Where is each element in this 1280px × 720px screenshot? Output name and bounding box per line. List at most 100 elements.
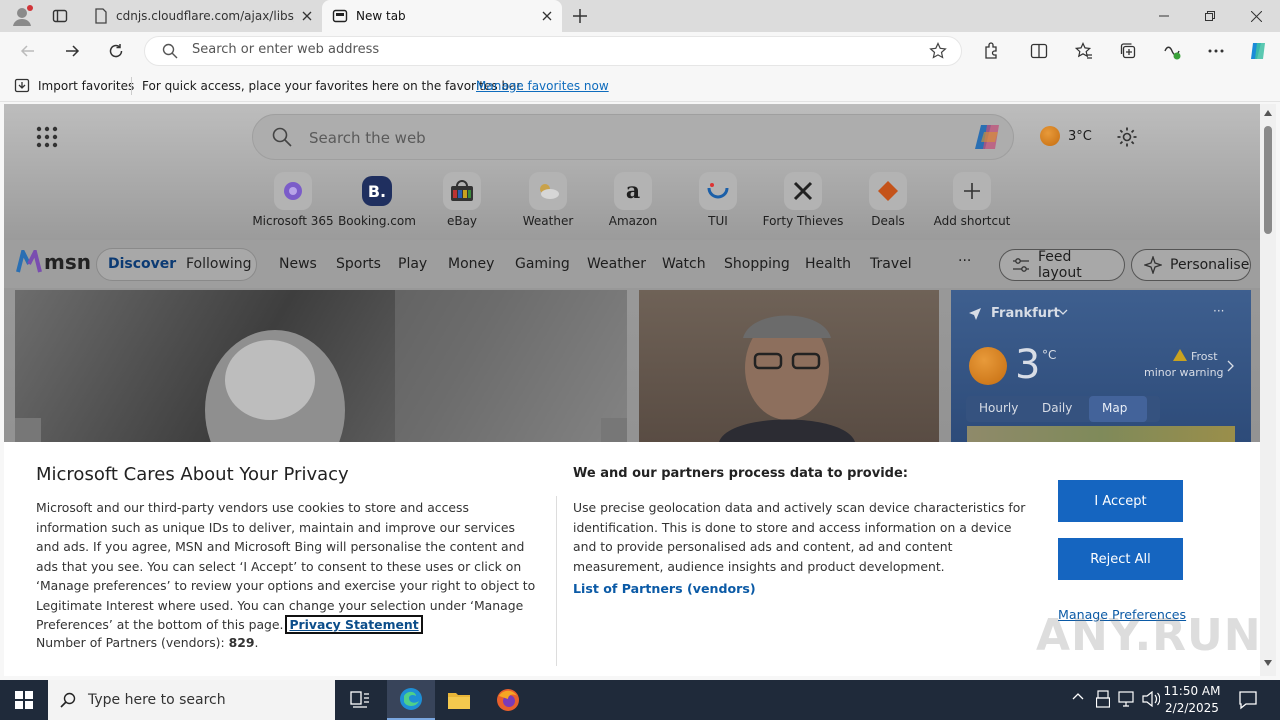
scrollbar-thumb[interactable] <box>1264 126 1272 234</box>
plus-icon <box>953 172 991 210</box>
accept-button[interactable]: I Accept <box>1058 480 1183 522</box>
shortcut-tui[interactable]: TUI <box>676 172 760 228</box>
weather-tab-map[interactable]: Map <box>1102 401 1127 415</box>
nav-news[interactable]: News <box>279 256 317 272</box>
extensions-icon[interactable] <box>977 38 1005 64</box>
close-window-button[interactable] <box>1233 0 1279 32</box>
feed-layout-button[interactable]: Feed layout <box>999 249 1125 281</box>
shortcut-label: Deals <box>871 214 905 228</box>
shortcut-booking[interactable]: B. Booking.com <box>335 172 419 228</box>
weather-widget[interactable]: 3°C <box>1040 126 1092 146</box>
tray-chevron-icon[interactable] <box>1072 692 1084 700</box>
collections-icon[interactable] <box>1114 38 1142 64</box>
settings-gear-icon[interactable] <box>1116 126 1138 148</box>
tab-actions-icon[interactable] <box>52 8 68 24</box>
weather-card-temperature: 3 <box>1015 342 1041 388</box>
profile-icon[interactable] <box>10 4 34 28</box>
personalise-button[interactable]: Personalise <box>1131 249 1251 281</box>
privacy-statement-link[interactable]: Privacy Statement <box>285 615 423 634</box>
web-search-input[interactable]: Search the web <box>309 129 426 147</box>
restore-button[interactable] <box>1187 0 1233 32</box>
taskbar-clock[interactable]: 11:50 AM 2/2/2025 <box>1160 683 1224 717</box>
favorite-star-icon[interactable] <box>929 42 947 60</box>
file-explorer-icon[interactable] <box>435 680 483 720</box>
chevron-down-icon <box>1058 308 1068 316</box>
weather-tab-hourly[interactable]: Hourly <box>979 401 1018 415</box>
firefox-icon[interactable] <box>484 680 532 720</box>
nav-play[interactable]: Play <box>398 256 427 272</box>
nav-shopping[interactable]: Shopping <box>724 256 790 272</box>
msn-logo[interactable]: msn <box>16 250 91 274</box>
tab-following[interactable]: Following <box>186 256 252 272</box>
carousel-next-button[interactable] <box>601 418 627 442</box>
address-input[interactable]: Search or enter web address <box>192 42 379 57</box>
partners-count-line: Number of Partners (vendors): 829. <box>36 635 259 650</box>
minimize-button[interactable] <box>1141 0 1187 32</box>
nav-gaming[interactable]: Gaming <box>515 256 570 272</box>
nav-money[interactable]: Money <box>448 256 494 272</box>
privacy-title: Microsoft Cares About Your Privacy <box>36 464 349 485</box>
manage-favorites-link[interactable]: Manage favorites now <box>476 79 609 93</box>
tui-icon <box>699 172 737 210</box>
weather-more-icon[interactable]: ··· <box>1213 304 1224 318</box>
network-icon[interactable] <box>1118 691 1136 707</box>
split-screen-icon[interactable] <box>1025 38 1053 64</box>
nav-weather[interactable]: Weather <box>587 256 646 272</box>
chevron-right-icon[interactable] <box>1227 360 1235 372</box>
close-tab-icon[interactable] <box>542 11 552 21</box>
nav-watch[interactable]: Watch <box>662 256 706 272</box>
copilot-icon[interactable] <box>972 122 1004 152</box>
nav-travel[interactable]: Travel <box>870 256 912 272</box>
shortcut-deals[interactable]: Deals <box>846 172 930 228</box>
tab-discover[interactable]: Discover <box>108 256 176 272</box>
scroll-up-icon[interactable] <box>1264 110 1272 116</box>
shortcut-weather[interactable]: Weather <box>506 172 590 228</box>
shortcut-amazon[interactable]: a Amazon <box>591 172 675 228</box>
scroll-down-icon[interactable] <box>1264 660 1272 666</box>
reject-all-button[interactable]: Reject All <box>1058 538 1183 580</box>
nav-health[interactable]: Health <box>805 256 851 272</box>
close-tab-icon[interactable] <box>302 11 312 21</box>
carousel-prev-button[interactable] <box>15 418 41 442</box>
add-shortcut-button[interactable]: Add shortcut <box>930 172 1014 228</box>
back-button[interactable] <box>14 38 42 64</box>
tab-cdnjs[interactable]: cdnjs.cloudflare.com/ajax/libs/c <box>84 0 322 32</box>
usb-icon[interactable] <box>1096 690 1110 708</box>
weather-city[interactable]: Frankfurt <box>991 306 1060 321</box>
start-button[interactable] <box>0 680 48 720</box>
tab-new-tab[interactable]: New tab <box>322 0 562 32</box>
weather-card[interactable]: Frankfurt ··· 3 °C Frost minor warning H… <box>951 290 1251 442</box>
shortcut-ebay[interactable]: eBay <box>420 172 504 228</box>
shortcut-forty-thieves[interactable]: Forty Thieves <box>761 172 845 228</box>
more-nav-button[interactable]: ··· <box>958 253 971 269</box>
weather-map[interactable] <box>967 426 1235 442</box>
vendors-list-link[interactable]: List of Partners (vendors) <box>573 581 756 596</box>
privacy-body-text: Microsoft and our third-party vendors us… <box>36 500 536 632</box>
weather-alert: Frost <box>1191 350 1218 363</box>
import-favorites-button[interactable]: Import favorites <box>14 78 134 94</box>
task-view-icon[interactable] <box>336 680 384 720</box>
more-options-icon[interactable] <box>1202 38 1230 64</box>
notifications-icon[interactable] <box>1238 690 1258 710</box>
nav-sports[interactable]: Sports <box>336 256 381 272</box>
apps-launcher-icon[interactable] <box>36 126 58 148</box>
personalise-label: Personalise <box>1170 257 1250 273</box>
location-arrow-icon <box>969 308 981 320</box>
news-card-image[interactable] <box>639 290 939 442</box>
refresh-button[interactable] <box>102 38 130 64</box>
copilot-icon[interactable] <box>1244 38 1272 64</box>
tab-title: New tab <box>356 9 406 23</box>
favorites-icon[interactable] <box>1070 38 1098 64</box>
warning-icon <box>1173 349 1187 361</box>
edge-taskbar-icon[interactable] <box>387 680 435 720</box>
weather-tab-daily[interactable]: Daily <box>1042 401 1072 415</box>
shortcut-microsoft-365[interactable]: Microsoft 365 <box>251 172 335 228</box>
news-card-image[interactable] <box>15 290 627 442</box>
privacy-body: Microsoft and our third-party vendors us… <box>36 498 542 635</box>
favorites-message: For quick access, place your favorites h… <box>142 79 525 93</box>
browser-essentials-icon[interactable] <box>1158 38 1186 64</box>
volume-icon[interactable] <box>1142 691 1160 707</box>
taskbar-search-box[interactable]: Type here to search <box>48 680 335 720</box>
forward-button[interactable] <box>58 38 86 64</box>
new-tab-button[interactable] <box>572 8 588 24</box>
